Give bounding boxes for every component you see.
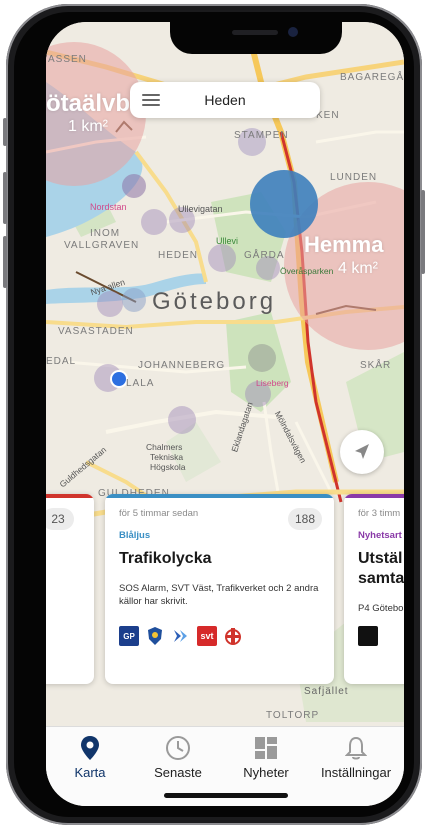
map-label: VALLGRAVEN <box>64 240 140 251</box>
traffic-icon <box>171 626 191 646</box>
map-label: HEDEN <box>158 250 199 261</box>
map-label: Tekniska <box>150 452 184 462</box>
event-marker[interactable] <box>122 288 146 312</box>
news-card[interactable]: för 3 timm Nyhetsart Utstäl samta P4 Göt… <box>344 494 404 684</box>
map-label: JOHANNEBERG <box>138 360 226 371</box>
source-logo <box>358 626 378 646</box>
map-label: Liseberg <box>256 378 289 388</box>
card-category: Nyhetsart <box>358 530 402 541</box>
source-count-badge: 188 <box>287 508 322 530</box>
screen: ötaälvb 1 km² Hemma 4 km² Göteborg Nords… <box>46 22 404 806</box>
navigation-arrow-icon <box>355 444 369 459</box>
map-label: BAGAREGÅR <box>340 72 404 83</box>
map-label: Chalmers <box>146 442 183 452</box>
city-label: Göteborg <box>152 288 277 315</box>
tab-label: Inställningar <box>320 765 392 780</box>
card-sources: P4 Götebo <box>358 603 404 614</box>
locate-me-button[interactable] <box>340 430 384 474</box>
map-label: STAMPEN <box>234 130 289 141</box>
card-title: Utstäl <box>358 550 403 567</box>
news-card[interactable]: 23 <box>46 494 94 684</box>
map-label: Överåsparken <box>280 266 334 276</box>
tab-karta[interactable]: Karta <box>46 735 134 780</box>
card-category: Blåljus <box>119 530 151 541</box>
event-marker[interactable] <box>97 291 123 317</box>
card-timestamp: för 5 timmar sedan <box>119 508 199 519</box>
map-label: Nordstan <box>90 202 127 212</box>
map-label: KEN <box>316 110 340 121</box>
search-bar[interactable]: Heden <box>130 82 320 118</box>
svt-logo: svt <box>197 626 217 646</box>
source-logos <box>358 626 378 646</box>
news-card[interactable]: för 5 timmar sedan 188 Blåljus Trafikoly… <box>105 494 334 684</box>
home-indicator <box>164 793 288 798</box>
map-label: Ullevi <box>216 236 239 246</box>
map-label: Ullevigatan <box>178 204 223 214</box>
user-location-dot-inner <box>112 372 126 386</box>
map-pin-icon <box>46 735 134 761</box>
event-marker[interactable] <box>168 406 196 434</box>
map-label: VASASTADEN <box>58 326 134 337</box>
event-marker[interactable] <box>141 209 167 235</box>
source-count-badge: 23 <box>46 508 74 530</box>
map-label: TOLTORP <box>266 710 320 721</box>
map-label: INOM <box>90 228 121 239</box>
source-logos: GP svt <box>119 626 243 646</box>
card-title: samta <box>358 570 404 587</box>
grid-icon <box>222 735 310 761</box>
tab-senaste[interactable]: Senaste <box>134 735 222 780</box>
overlay-left-area: 1 km² <box>68 118 108 135</box>
card-timestamp: för 3 timm <box>358 508 401 519</box>
tab-nyheter[interactable]: Nyheter <box>222 735 310 780</box>
news-card-carousel[interactable]: 23 för 5 timmar sedan 188 Blåljus Trafik… <box>46 494 404 690</box>
card-title: Trafikolycka <box>119 550 212 567</box>
volume-up-button <box>3 172 7 224</box>
map-label: Högskola <box>150 462 186 472</box>
tab-label: Karta <box>74 765 106 780</box>
event-marker[interactable] <box>208 244 236 272</box>
notch <box>170 22 342 54</box>
tab-installningar[interactable]: Inställningar <box>308 735 404 780</box>
rescue-icon <box>223 626 243 646</box>
bell-icon <box>308 735 404 761</box>
map-label: EDAL <box>46 356 77 367</box>
overlay-left-name: ötaälvb <box>46 90 131 117</box>
camera-icon <box>288 27 298 37</box>
map-label: LALA <box>126 378 155 389</box>
event-marker[interactable] <box>122 174 146 198</box>
event-marker-highlighted[interactable] <box>250 170 318 238</box>
map-label: SKÅR <box>360 360 392 371</box>
overlay-home-name: Hemma <box>304 232 384 257</box>
gp-logo: GP <box>119 626 139 646</box>
power-button <box>421 190 425 274</box>
police-icon <box>145 626 165 646</box>
volume-down-button <box>3 236 7 288</box>
overlay-home-area: 4 km² <box>338 260 378 277</box>
clock-icon <box>134 735 222 761</box>
map-label: ASSEN <box>48 54 87 65</box>
silent-switch <box>3 118 7 146</box>
map-label: LUNDEN <box>330 172 378 183</box>
tab-label: Senaste <box>154 765 202 780</box>
event-marker[interactable] <box>248 344 276 372</box>
map-label: GÅRDA <box>244 250 285 261</box>
tab-label: Nyheter <box>243 765 289 780</box>
card-sources: SOS Alarm, SVT Väst, Trafikverket och 2 … <box>119 583 319 607</box>
search-location-label: Heden <box>204 92 246 108</box>
